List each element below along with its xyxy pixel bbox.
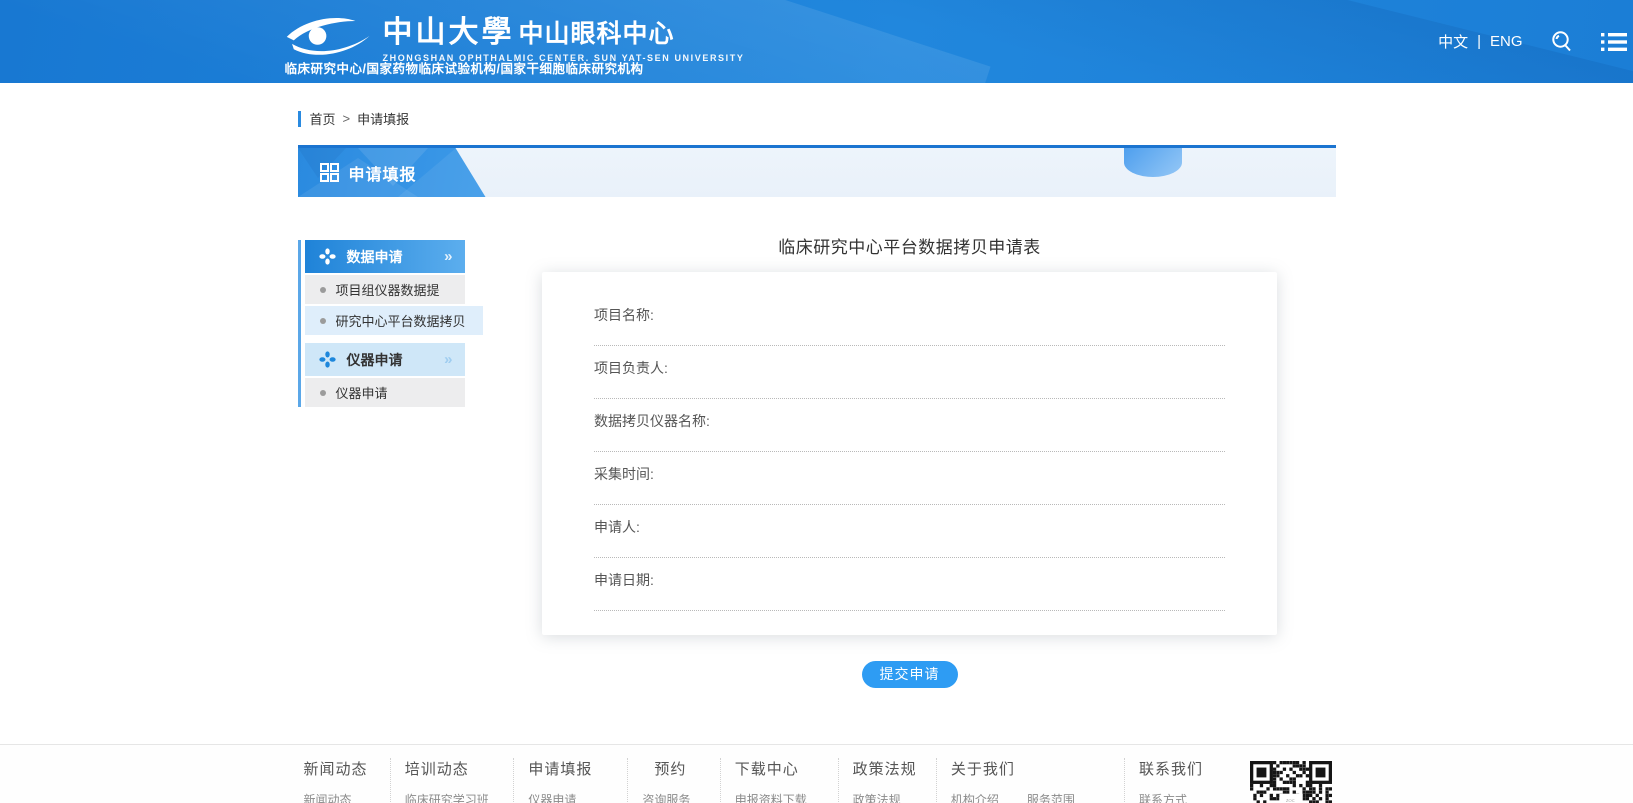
footer-heading: 预约 <box>642 758 705 779</box>
field-label-applicant: 申请人: <box>594 518 1225 536</box>
breadcrumb-home-link[interactable]: 首页 <box>310 109 336 128</box>
footer-heading: 关于我们 <box>951 758 1110 779</box>
breadcrumb-current: 申请填报 <box>357 109 409 128</box>
site-header: 中山大學 中山眼科中心 ZHONGSHAN OPHTHALMIC CENTER.… <box>0 0 1633 83</box>
field-label-project-name: 项目名称: <box>594 306 1225 324</box>
brand-center-name: 中山眼科中心 <box>519 14 675 50</box>
footer-col-contact: 联系我们 联系方式 临床研究Q&A <box>1124 758 1244 803</box>
qr-code <box>1250 761 1332 803</box>
footer-col-news: 新闻动态 新闻动态 <box>296 758 390 803</box>
sidebar-group-label: 数据申请 <box>347 247 403 267</box>
footer-heading: 培训动态 <box>405 758 500 779</box>
instrument-name-input[interactable] <box>594 430 1225 452</box>
field-label-application-date: 申请日期: <box>594 571 1225 589</box>
sidebar-group-label: 仪器申请 <box>347 350 403 370</box>
section-banner: 申请填报 <box>298 145 1336 197</box>
brand-tagline: 临床研究中心/国家药物临床试验机构/国家干细胞临床研究机构 <box>285 58 644 77</box>
breadcrumb: 首页 > 申请填报 <box>298 109 1336 128</box>
footer-col-reservation: 预约 咨询服务 <box>627 758 719 803</box>
project-leader-input[interactable] <box>594 377 1225 399</box>
bullet-icon <box>320 390 326 396</box>
field-label-collection-time: 采集时间: <box>594 465 1225 483</box>
sidebar-group-instrument-application[interactable]: 仪器申请 » <box>305 343 465 376</box>
sidebar-item-instrument-application[interactable]: 仪器申请 <box>305 378 465 407</box>
footer-heading: 申请填报 <box>528 758 613 779</box>
footer-link[interactable]: 咨询服务 <box>642 791 705 803</box>
sidebar-item-label: 项目组仪器数据提 <box>336 280 440 299</box>
banner-title: 申请填报 <box>349 161 417 185</box>
four-petal-icon <box>319 351 336 368</box>
brand-university: 中山大學 <box>383 7 515 51</box>
chevron-right-icon: » <box>444 248 452 265</box>
submit-application-button[interactable]: 提交申请 <box>862 661 958 688</box>
sidebar-item-center-platform-data-copy[interactable]: 研究中心平台数据拷贝 <box>305 306 483 335</box>
lang-chinese[interactable]: 中文 <box>1438 31 1468 52</box>
footer-col-training: 培训动态 临床研究学习班 临床研究俱乐部 <box>390 758 514 803</box>
search-icon[interactable] <box>1549 29 1575 55</box>
sidebar-item-label: 研究中心平台数据拷贝 <box>336 311 466 330</box>
banner-title-polygon: 申请填报 <box>298 148 486 197</box>
field-label-instrument-name: 数据拷贝仪器名称: <box>594 412 1225 430</box>
footer-heading: 政策法规 <box>853 758 922 779</box>
footer-col-download: 下载中心 申报资料下载 政策法规下载 学习资料下载 规培轮训下载 <box>720 758 838 803</box>
lang-english[interactable]: ENG <box>1490 33 1523 50</box>
four-petal-icon <box>319 248 336 265</box>
banner-decorative-circle <box>1124 148 1182 177</box>
menu-icon[interactable] <box>1601 32 1627 52</box>
footer-link[interactable]: 仪器申请 <box>528 791 613 803</box>
sidebar-item-project-instrument-data[interactable]: 项目组仪器数据提 <box>305 275 465 304</box>
footer-col-policy: 政策法规 政策法规 <box>838 758 936 803</box>
footer-link[interactable]: 政策法规 <box>853 791 922 803</box>
footer-link[interactable]: 新闻动态 <box>304 791 376 803</box>
footer-link[interactable]: 服务范围 <box>1027 791 1099 803</box>
sidebar-menu: 数据申请 » 项目组仪器数据提 研究中心平台数据拷贝 仪器申请 » <box>298 240 484 407</box>
sidebar-group-data-application[interactable]: 数据申请 » <box>305 240 465 273</box>
footer-col-application: 申请填报 仪器申请 数据申请 <box>513 758 627 803</box>
footer-link[interactable]: 机构介绍 <box>951 791 1013 803</box>
breadcrumb-separator: > <box>343 111 351 126</box>
site-logo[interactable]: 中山大學 中山眼科中心 ZHONGSHAN OPHTHALMIC CENTER.… <box>285 7 745 64</box>
sidebar-item-label: 仪器申请 <box>336 383 388 402</box>
field-label-project-leader: 项目负责人: <box>594 359 1225 377</box>
collection-time-input[interactable] <box>594 483 1225 505</box>
bullet-icon <box>320 287 326 293</box>
language-switcher: 中文 | ENG <box>1438 31 1522 52</box>
chevron-right-icon: » <box>444 351 452 368</box>
site-footer: 新闻动态 新闻动态 培训动态 临床研究学习班 临床研究俱乐部 申请填报 仪器申请… <box>0 744 1633 803</box>
footer-qr-block: 扫码关注公众号 <box>1244 758 1338 803</box>
footer-heading: 联系我们 <box>1139 758 1230 779</box>
breadcrumb-accent-bar <box>298 111 301 127</box>
application-form-card: 项目名称: 项目负责人: 数据拷贝仪器名称: 采集时间: 申请人: <box>542 272 1277 635</box>
footer-link[interactable]: 申报资料下载 <box>735 791 824 803</box>
footer-col-about: 关于我们 机构介绍 组织架构 机构风采 临床研究协调员 服务范围 人员介绍 临床… <box>936 758 1124 803</box>
applicant-input[interactable] <box>594 536 1225 558</box>
form-title: 临床研究中心平台数据拷贝申请表 <box>484 233 1336 258</box>
bullet-icon <box>320 318 326 324</box>
project-name-input[interactable] <box>594 324 1225 346</box>
application-date-input[interactable] <box>594 589 1225 611</box>
footer-link[interactable]: 联系方式 <box>1139 791 1230 803</box>
footer-heading: 下载中心 <box>735 758 824 779</box>
footer-heading: 新闻动态 <box>304 758 376 779</box>
eye-swoosh-icon <box>285 13 373 64</box>
lang-divider: | <box>1477 33 1481 50</box>
grid-2x2-icon <box>320 163 339 182</box>
footer-link[interactable]: 临床研究学习班 <box>405 791 500 803</box>
